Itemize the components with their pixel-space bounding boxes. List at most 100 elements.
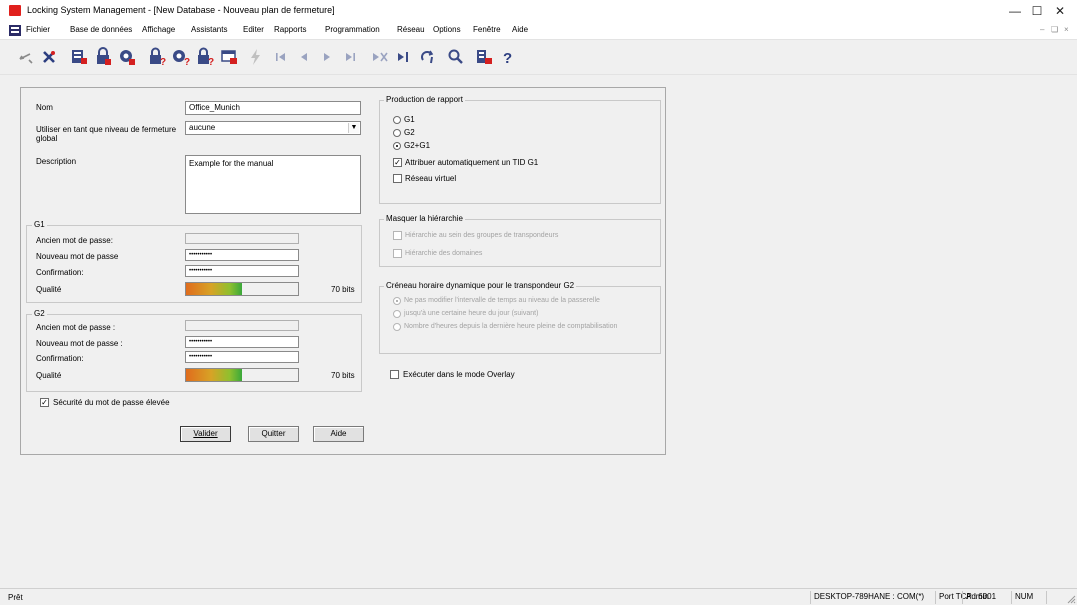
window-title: Locking System Management - [New Databas…: [27, 5, 335, 15]
g1-ancien-input[interactable]: [185, 233, 299, 244]
g2-ancien-label: Ancien mot de passe :: [36, 323, 116, 332]
first-record-icon[interactable]: [271, 47, 291, 67]
nom-label: Nom: [36, 103, 53, 112]
resize-grip-icon[interactable]: [1066, 594, 1076, 604]
help-icon[interactable]: ?: [498, 47, 518, 67]
masquer-legend: Masquer la hiérarchie: [384, 214, 465, 224]
last-record-icon[interactable]: [340, 47, 360, 67]
checkmark-icon: ✓: [41, 398, 48, 407]
radio-g2-label: G2: [404, 128, 415, 137]
status-port-holder: [876, 591, 938, 604]
transponder-query-icon[interactable]: ?: [171, 47, 191, 67]
mdi-close-button[interactable]: ×: [1064, 25, 1069, 34]
g1-nouveau-input[interactable]: •••••••••••: [185, 249, 299, 261]
svg-text:?: ?: [184, 57, 190, 67]
menu-item-options[interactable]: Options: [433, 25, 461, 34]
creneau-radio-3[interactable]: [393, 323, 401, 331]
g1-quality-meter: [185, 282, 299, 296]
menu-item-aide[interactable]: Aide: [512, 25, 528, 34]
menu-item-affichage[interactable]: Affichage: [142, 25, 175, 34]
menu-item-editer[interactable]: Editer: [243, 25, 264, 34]
lightning-icon[interactable]: [246, 47, 266, 67]
g1-quality-fill: [186, 283, 242, 295]
radio-g2-g1-label: G2+G1: [404, 141, 431, 150]
app-icon: [9, 5, 21, 16]
search-icon[interactable]: [446, 47, 466, 67]
g2-nouveau-label: Nouveau mot de passe :: [36, 339, 123, 348]
g2-ancien-input[interactable]: [185, 320, 299, 331]
lock-query-icon[interactable]: ?: [147, 47, 167, 67]
quitter-button[interactable]: Quitter: [248, 426, 299, 442]
securite-checkbox[interactable]: ✓: [40, 398, 49, 407]
menu-item-fen-tre[interactable]: Fenêtre: [473, 25, 501, 34]
mdi-restore-button[interactable]: ❏: [1051, 25, 1058, 34]
hierarchie-groupes-label: Hiérarchie au sein des groupes de transp…: [405, 232, 559, 239]
g2-confirmation-input[interactable]: •••••••••••: [185, 351, 299, 363]
undo-icon[interactable]: [16, 47, 36, 67]
menu-item-programmation[interactable]: Programmation: [325, 25, 380, 34]
menu-item-r-seau[interactable]: Réseau: [397, 25, 425, 34]
reset-transfer-icon[interactable]: [370, 47, 390, 67]
filter-icon[interactable]: [474, 47, 494, 67]
delete-icon[interactable]: [39, 47, 59, 67]
creneau-radio-2[interactable]: [393, 310, 401, 318]
menu-item-assistants[interactable]: Assistants: [191, 25, 227, 34]
refresh-icon[interactable]: [418, 47, 438, 67]
hierarchie-domaines-label: Hiérarchie des domaines: [405, 250, 483, 257]
g1-legend: G1: [32, 220, 47, 230]
creneau-option-1: Ne pas modifier l'intervalle de temps au…: [404, 297, 600, 304]
hierarchie-domaines-checkbox[interactable]: [393, 249, 402, 258]
niveau-select-value: aucune: [189, 123, 216, 132]
radio-g2-g1[interactable]: [393, 142, 401, 150]
description-textarea[interactable]: Example for the manual: [185, 155, 361, 214]
niveau-select[interactable]: aucune ▼: [185, 121, 361, 135]
menu-item-fichier[interactable]: Fichier: [26, 25, 50, 34]
nom-input[interactable]: Office_Munich: [185, 101, 361, 115]
hierarchie-groupes-checkbox[interactable]: [393, 231, 402, 240]
radio-g1[interactable]: [393, 116, 401, 124]
status-num: NUM: [1011, 591, 1045, 604]
mdi-minimize-button[interactable]: –: [1040, 25, 1044, 34]
creneau-legend: Créneau horaire dynamique pour le transp…: [384, 281, 577, 291]
attribuer-checkbox[interactable]: ✓: [393, 158, 402, 167]
menu-item-rapports[interactable]: Rapports: [274, 25, 306, 34]
g2-confirmation-label: Confirmation:: [36, 354, 84, 363]
status-ready: Prêt: [8, 593, 23, 602]
reseau-checkbox[interactable]: [393, 174, 402, 183]
close-button[interactable]: ✕: [1043, 0, 1077, 22]
program-lock-icon[interactable]: [219, 47, 239, 67]
g1-confirmation-input[interactable]: •••••••••••: [185, 265, 299, 277]
padlock-add-icon[interactable]: [93, 47, 113, 67]
creneau-option-3: Nombre d'heures depuis la dernière heure…: [404, 323, 618, 330]
previous-record-icon[interactable]: [294, 47, 314, 67]
checkmark-icon: ✓: [394, 158, 401, 167]
creneau-radio-1[interactable]: [393, 297, 401, 305]
aide-button[interactable]: Aide: [313, 426, 364, 442]
next-record-icon[interactable]: [317, 47, 337, 67]
document-icon[interactable]: [9, 25, 21, 36]
new-lock-icon[interactable]: [69, 47, 89, 67]
production-legend: Production de rapport: [384, 95, 465, 105]
masquer-group: [379, 219, 661, 267]
valider-button[interactable]: Valider: [180, 426, 231, 442]
chevron-down-icon[interactable]: ▼: [348, 123, 359, 133]
g1-bits: 70 bits: [331, 285, 355, 294]
transponder-add-icon[interactable]: [117, 47, 137, 67]
overlay-checkbox[interactable]: [390, 370, 399, 379]
radio-g2[interactable]: [393, 129, 401, 137]
quitter-label: Quitter: [261, 429, 286, 438]
svg-text:?: ?: [208, 57, 214, 67]
aide-label: Aide: [330, 429, 347, 438]
g1-confirmation-label: Confirmation:: [36, 268, 84, 277]
attribuer-label: Attribuer automatiquement un TID G1: [405, 158, 539, 167]
menu-item-base-de-donn-es[interactable]: Base de données: [70, 25, 132, 34]
g2-qualite-label: Qualité: [36, 371, 62, 380]
reseau-label: Réseau virtuel: [405, 174, 457, 183]
status-user: Admin: [962, 591, 1010, 604]
transfer-icon[interactable]: [394, 47, 414, 67]
g1-qualite-label: Qualité: [36, 285, 62, 294]
g2-nouveau-input[interactable]: •••••••••••: [185, 336, 299, 348]
description-label: Description: [36, 157, 77, 166]
lock-query-2-icon[interactable]: ?: [195, 47, 215, 67]
svg-text:?: ?: [503, 50, 512, 67]
